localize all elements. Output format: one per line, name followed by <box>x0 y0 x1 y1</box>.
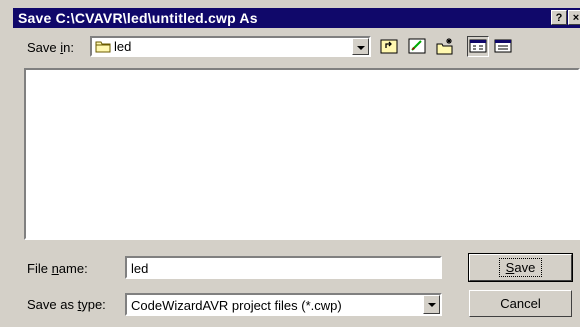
save-in-combo[interactable]: led <box>90 36 371 57</box>
save-button[interactable]: Save <box>468 253 573 282</box>
cancel-button[interactable]: Cancel <box>469 290 572 317</box>
close-button[interactable]: × <box>568 10 580 25</box>
save-as-type-select[interactable]: CodeWizardAVR project files (*.cwp) <box>125 293 442 316</box>
save-in-value: led <box>114 39 132 54</box>
save-button-label: Save <box>498 258 543 277</box>
save-as-type-label-post: ype: <box>81 297 106 312</box>
folder-icon <box>95 40 111 56</box>
list-view-icon[interactable] <box>467 36 489 57</box>
file-name-value: led <box>131 261 149 276</box>
save-as-dialog: Save C:\CVAVR\led\untitled.cwp As ? × Sa… <box>0 0 580 327</box>
save-button-rest: ave <box>514 260 536 275</box>
save-in-label: Save in: <box>27 40 74 55</box>
file-name-label-post: ame: <box>58 261 88 276</box>
file-name-label-pre: File <box>27 261 52 276</box>
save-as-type-value: CodeWizardAVR project files (*.cwp) <box>131 298 342 313</box>
file-name-label-key: n <box>51 261 59 276</box>
details-view-icon[interactable] <box>492 36 514 57</box>
up-one-level-icon[interactable] <box>378 36 400 57</box>
help-button[interactable]: ? <box>551 10 567 25</box>
new-folder-icon[interactable] <box>434 36 456 57</box>
save-in-dropdown-button[interactable] <box>352 38 369 55</box>
save-as-type-dropdown-button[interactable] <box>423 295 440 314</box>
desktop-icon[interactable] <box>406 36 428 57</box>
title-bar[interactable]: Save C:\CVAVR\led\untitled.cwp As ? × <box>13 8 580 28</box>
save-in-label-pre: Save <box>27 40 61 55</box>
save-in-label-post: n: <box>63 40 74 55</box>
file-list[interactable] <box>24 68 580 240</box>
save-as-type-label-pre: Save as <box>27 297 78 312</box>
file-name-label: File name: <box>27 261 88 276</box>
file-name-input[interactable]: led <box>125 256 442 279</box>
window-title: Save C:\CVAVR\led\untitled.cwp As <box>18 10 258 26</box>
cancel-button-label: Cancel <box>500 296 541 311</box>
save-as-type-label: Save as type: <box>27 297 106 312</box>
